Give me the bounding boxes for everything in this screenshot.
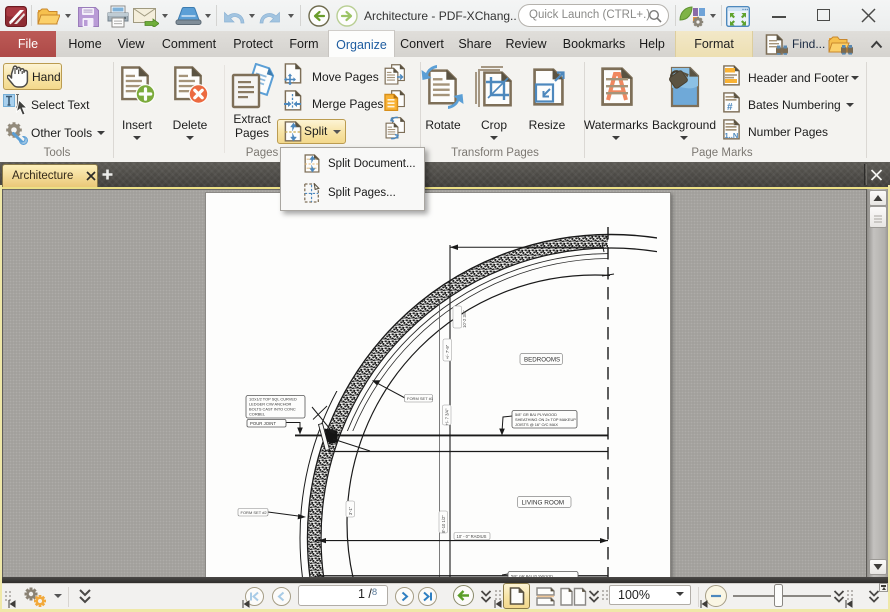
- svg-text:#: #: [727, 102, 733, 113]
- svg-text:LIVING ROOM: LIVING ROOM: [522, 500, 565, 507]
- svg-text:10' - 0" RADIUS: 10' - 0" RADIUS: [457, 534, 487, 539]
- svg-text:+/- 7'-9": +/- 7'-9": [445, 344, 450, 359]
- svg-text:3'-1": 3'-1": [348, 506, 353, 515]
- svg-text:JOISTS @ 16" O/C MAX: JOISTS @ 16" O/C MAX: [515, 422, 558, 427]
- svg-text:8'-10 1/2": 8'-10 1/2": [441, 515, 446, 533]
- svg-text:1..N: 1..N: [725, 131, 739, 140]
- svg-text:10'-2 3/4": 10'-2 3/4": [462, 310, 467, 328]
- svg-text:FORM SET #2: FORM SET #2: [241, 510, 268, 515]
- svg-text:+/- 7 3/4": +/- 7 3/4": [445, 408, 450, 425]
- svg-text:CORBEL: CORBEL: [249, 412, 266, 417]
- svg-text:FORM SET #1: FORM SET #1: [407, 396, 434, 401]
- svg-text:POUR JOINT: POUR JOINT: [250, 421, 276, 426]
- svg-text:BEDROOMS: BEDROOMS: [524, 357, 560, 364]
